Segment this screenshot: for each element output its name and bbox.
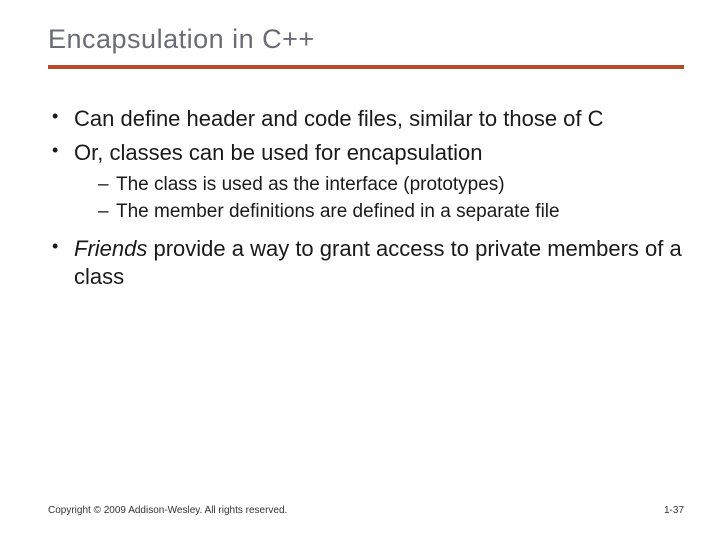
sub-bullet-item: The member definitions are defined in a …: [98, 200, 684, 225]
bullet-list: Can define header and code files, simila…: [48, 105, 684, 291]
bullet-item: Friends provide a way to grant access to…: [48, 235, 684, 291]
bullet-text: provide a way to grant access to private…: [74, 236, 682, 289]
bullet-text: Or, classes can be used for encapsulatio…: [74, 140, 482, 165]
bullet-item: Can define header and code files, simila…: [48, 105, 684, 133]
bullet-italic-word: Friends: [74, 236, 147, 261]
slide-title: Encapsulation in C++: [48, 24, 684, 55]
sub-bullet-item: The class is used as the interface (prot…: [98, 173, 684, 198]
bullet-item: Or, classes can be used for encapsulatio…: [48, 139, 684, 225]
title-underline: [48, 65, 684, 69]
slide-footer: Copyright © 2009 Addison-Wesley. All rig…: [48, 505, 684, 516]
sub-bullet-list: The class is used as the interface (prot…: [98, 173, 684, 224]
copyright-text: Copyright © 2009 Addison-Wesley. All rig…: [48, 505, 287, 516]
page-number: 1-37: [664, 505, 684, 516]
